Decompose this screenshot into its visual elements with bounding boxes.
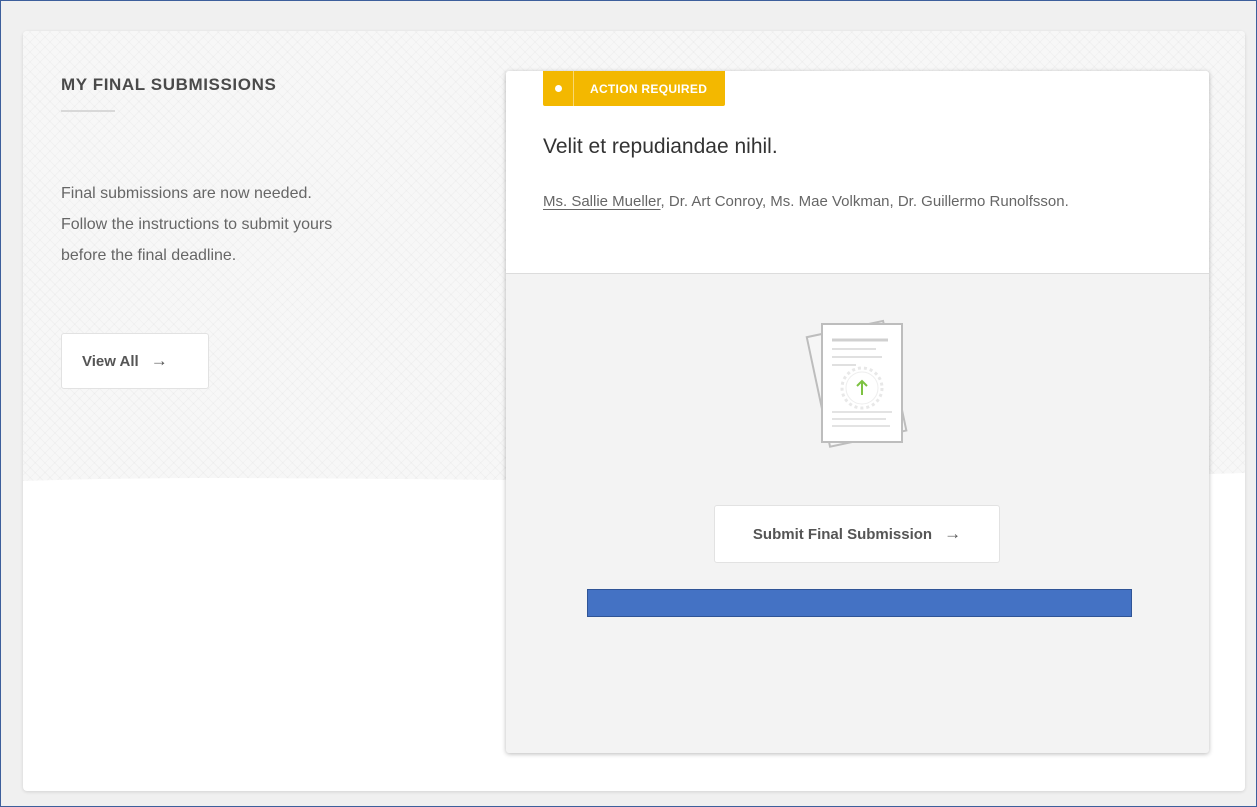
badge-label: ACTION REQUIRED <box>590 81 708 96</box>
document-upload-icon <box>805 319 908 448</box>
submission-title: Velit et repudiandae nihil. <box>543 135 778 158</box>
final-submissions-panel: MY FINAL SUBMISSIONS Final submissions a… <box>23 31 1245 791</box>
other-authors: , Dr. Art Conroy, Ms. Mae Volkman, Dr. G… <box>660 193 1069 210</box>
section-description: Final submissions are now needed. Follow… <box>61 178 441 271</box>
primary-author-link[interactable]: Ms. Sallie Mueller <box>543 193 661 210</box>
author-list: Ms. Sallie Mueller, Dr. Art Conroy, Ms. … <box>543 185 1183 218</box>
submission-card: ACTION REQUIRED Velit et repudiandae nih… <box>506 71 1209 753</box>
view-all-label: View All <box>82 352 139 370</box>
highlight-bar <box>587 589 1132 617</box>
arrow-right-icon: → <box>944 524 962 543</box>
view-all-button[interactable]: View All → <box>61 333 209 389</box>
description-line: Final submissions are now needed. <box>61 185 312 202</box>
description-line: Follow the instructions to submit yours <box>61 216 333 233</box>
action-required-badge: ACTION REQUIRED <box>543 71 726 106</box>
card-header: ACTION REQUIRED Velit et repudiandae nih… <box>506 71 1209 274</box>
submit-final-submission-button[interactable]: Submit Final Submission → <box>714 505 1000 563</box>
window-frame: MY FINAL SUBMISSIONS Final submissions a… <box>0 0 1257 807</box>
description-line: before the final deadline. <box>61 247 237 264</box>
heading-underline <box>61 110 115 112</box>
arrow-right-icon: → <box>150 351 168 370</box>
status-dot-icon <box>554 85 562 92</box>
section-heading: MY FINAL SUBMISSIONS <box>61 75 277 94</box>
submit-button-label: Submit Final Submission <box>752 525 933 543</box>
badge-dot-container <box>543 71 574 106</box>
